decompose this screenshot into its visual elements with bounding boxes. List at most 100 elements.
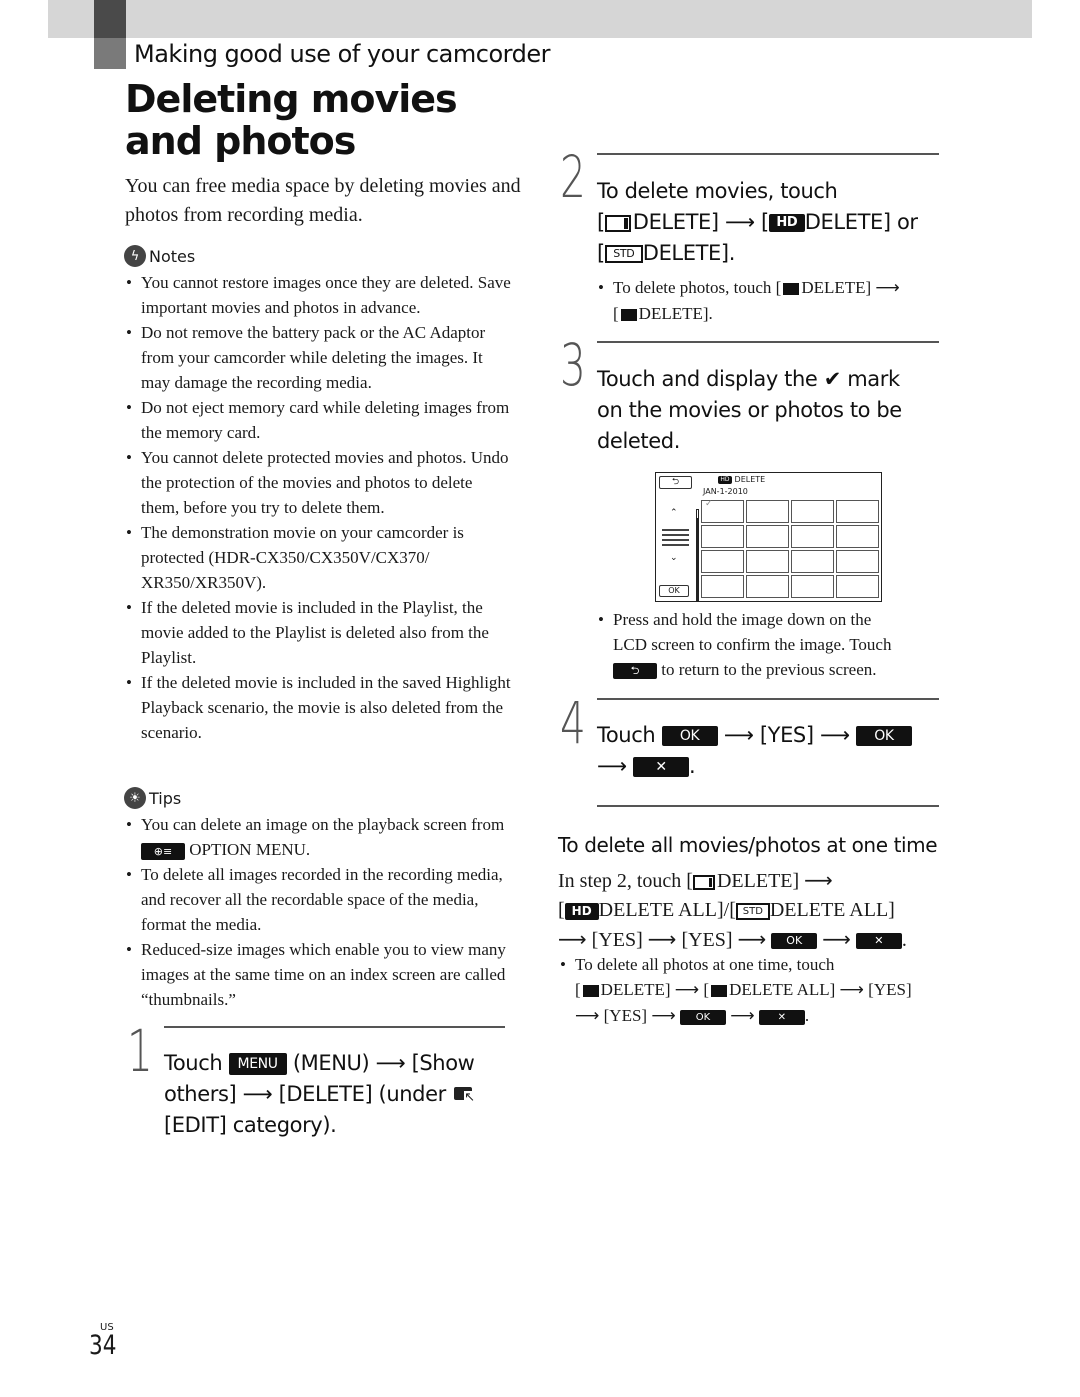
thumbnail-cell[interactable] xyxy=(836,500,879,523)
ok-button-icon: OK xyxy=(771,933,818,950)
tip-item: Reduced-size images which enable you to … xyxy=(124,937,514,1012)
close-button-icon: ✕ xyxy=(855,933,902,950)
header-band xyxy=(48,0,1032,38)
return-button-icon: ⮌ xyxy=(613,663,657,680)
arrow-right-icon: ⟶ xyxy=(558,927,587,951)
thumbnail-cell[interactable] xyxy=(746,575,789,598)
notes-section: ϟ Notes You cannot restore images once t… xyxy=(124,244,514,745)
lcd-scrollbar[interactable] xyxy=(696,509,699,601)
note-item: The demonstration movie on your camcorde… xyxy=(124,520,514,595)
tips-list: You can delete an image on the playback … xyxy=(124,812,514,1012)
arrow-right-icon: ⟶ xyxy=(819,723,850,747)
step-4-text: Touch OK ⟶ [YES] ⟶ OK ⟶ ✕. xyxy=(597,720,942,782)
arrow-right-icon: ⟶ xyxy=(875,278,900,298)
thumbnail-cell[interactable] xyxy=(791,550,834,573)
photo-icon xyxy=(783,283,800,296)
tips-label: Tips xyxy=(149,788,182,808)
thumbnail-cell[interactable] xyxy=(746,550,789,573)
ok-button-icon: OK xyxy=(661,726,718,746)
step-3-bullet: • Press and hold the image down on the L… xyxy=(598,610,892,680)
arrow-right-icon: ⟶ xyxy=(737,927,767,951)
tips-section: ☀ Tips You can delete an image on the pl… xyxy=(124,786,514,1012)
arrow-right-icon: ⟶ xyxy=(242,1082,273,1106)
movie-icon xyxy=(604,214,631,232)
thumbnail-cell[interactable] xyxy=(836,550,879,573)
close-button-icon: ✕ xyxy=(633,757,689,777)
note-item: You cannot restore images once they are … xyxy=(124,270,514,320)
thumbnail-cell[interactable] xyxy=(791,500,834,523)
hd-icon: HD xyxy=(564,902,599,920)
arrow-right-icon: ⟶ xyxy=(723,723,754,747)
photo-icon xyxy=(711,985,728,998)
delete-all-bullet: • To delete all photos at one time, touc… xyxy=(560,955,912,1026)
arrow-right-icon: ⟶ xyxy=(839,980,864,1000)
notes-heading: ϟ Notes xyxy=(124,244,514,268)
photo-icon xyxy=(582,985,599,998)
option-menu-icon: ⊕≡ xyxy=(141,842,185,860)
thumbnail-cell[interactable] xyxy=(701,575,744,598)
lcd-scroll-thumb[interactable] xyxy=(696,509,699,519)
step-3-rule xyxy=(597,341,939,343)
thumbnail-cell[interactable] xyxy=(791,525,834,548)
note-item: If the deleted movie is included in the … xyxy=(124,595,514,670)
hd-icon: HD xyxy=(718,475,732,484)
divider xyxy=(597,805,939,807)
arrow-right-icon: ⟶ xyxy=(575,1006,600,1026)
lcd-date: JAN-1-2010 xyxy=(703,487,748,496)
tip-item: You can delete an image on the playback … xyxy=(124,812,514,862)
std-icon: STD xyxy=(735,902,770,920)
arrow-right-icon: ⟶ xyxy=(724,210,755,234)
scroll-down-button[interactable]: ⌄ xyxy=(670,553,678,563)
photo-icon xyxy=(620,309,637,322)
edit-category-icon: ↖ xyxy=(452,1085,478,1105)
step-2-text: To delete movies, touch [DELETE] ⟶ [HD DE… xyxy=(597,179,918,265)
hd-icon: HD xyxy=(768,214,805,232)
close-button-icon: ✕ xyxy=(758,1009,805,1025)
notes-list: You cannot restore images once they are … xyxy=(124,270,514,745)
thumbnail-cell[interactable]: ✓ xyxy=(701,499,744,523)
arrow-right-icon: ⟶ xyxy=(597,754,627,778)
scroll-up-button[interactable]: ⌃ xyxy=(670,508,678,518)
thumbnail-cell[interactable] xyxy=(836,575,879,598)
arrow-right-icon: ⟶ xyxy=(730,1006,755,1026)
checkmark-icon: ✔ xyxy=(823,367,842,391)
thumbnail-cell[interactable] xyxy=(836,525,879,548)
thumbnail-cell[interactable] xyxy=(701,550,744,573)
step-1-text: Touch MENU (MENU) ⟶ [Show others] ⟶ [DEL… xyxy=(164,1048,509,1141)
step-2-number: 2 xyxy=(560,143,586,211)
lcd-delete-screen: ⮌ HD DELETE JAN-1-2010 ⌃ ⌄ OK ✓ xyxy=(655,472,882,602)
thumbnail-cell[interactable] xyxy=(746,500,789,523)
thumbnail-grid: ✓ xyxy=(701,499,879,598)
lcd-ok-button[interactable]: OK xyxy=(659,585,689,597)
delete-all-text: In step 2, touch [DELETE] ⟶ [HD DELETE AL… xyxy=(558,868,907,951)
tips-heading: ☀ Tips xyxy=(124,786,514,810)
thumbnail-cell[interactable] xyxy=(791,575,834,598)
lcd-title: DELETE xyxy=(734,475,766,484)
arrow-right-icon: ⟶ xyxy=(647,927,677,951)
menu-button-icon: MENU xyxy=(228,1053,287,1075)
step-2-rule xyxy=(597,153,939,155)
notes-label: Notes xyxy=(149,246,196,266)
note-item: You cannot delete protected movies and p… xyxy=(124,445,514,520)
arrow-right-icon: ⟶ xyxy=(674,980,700,1000)
step-4-rule xyxy=(597,698,939,700)
checkmark-icon: ✓ xyxy=(705,499,713,509)
notes-icon: ϟ xyxy=(124,245,146,267)
ok-button-icon: OK xyxy=(679,1009,726,1025)
step-1-rule xyxy=(164,1026,505,1028)
step-3-text: Touch and display the ✔ mark on the movi… xyxy=(597,367,902,453)
step-1-number: 1 xyxy=(127,1017,153,1085)
page-title: Deleting movies and photos xyxy=(125,77,458,163)
delete-all-title: To delete all movies/photos at one time xyxy=(558,833,938,857)
lcd-back-button[interactable]: ⮌ xyxy=(659,476,692,489)
step-4-number: 4 xyxy=(560,689,586,757)
thumbnail-cell[interactable] xyxy=(746,525,789,548)
lightbulb-icon: ☀ xyxy=(124,787,146,809)
step-2-bullet: • To delete photos, touch [DELETE] ⟶ [DE… xyxy=(598,278,900,323)
note-item: If the deleted movie is included in the … xyxy=(124,670,514,745)
thumbnail-cell[interactable] xyxy=(701,525,744,548)
list-view-icon[interactable] xyxy=(662,529,689,549)
step-3-number: 3 xyxy=(560,331,586,399)
arrow-right-icon: ⟶ xyxy=(822,927,851,951)
section-title: Making good use of your camcorder xyxy=(134,40,550,68)
